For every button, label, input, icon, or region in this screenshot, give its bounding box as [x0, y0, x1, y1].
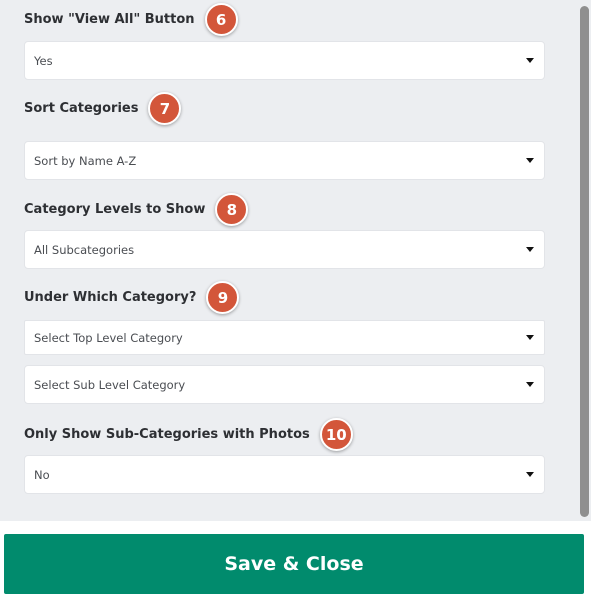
- step-badge: 10: [319, 418, 353, 451]
- step-badge: 6: [204, 3, 238, 36]
- caret-down-icon: [526, 247, 534, 252]
- select-value: Select Top Level Category: [34, 330, 183, 345]
- step-badge: 8: [215, 193, 249, 226]
- field-label-text: Sort Categories: [24, 101, 139, 116]
- settings-panel: Show "View All" Button 6 Yes Sort Catego…: [0, 0, 578, 521]
- caret-down-icon: [526, 382, 534, 387]
- caret-down-icon: [526, 58, 534, 63]
- caret-down-icon: [526, 335, 534, 340]
- sort-categories-select[interactable]: Sort by Name A-Z: [24, 141, 545, 180]
- caret-down-icon: [526, 158, 534, 163]
- select-value: Yes: [34, 53, 53, 68]
- field-label-view-all: Show "View All" Button 6: [24, 3, 238, 36]
- select-value: Sort by Name A-Z: [34, 153, 137, 168]
- step-badge: 7: [148, 92, 182, 125]
- sub-level-category-select[interactable]: Select Sub Level Category: [24, 365, 545, 404]
- field-label-under-which-category: Under Which Category? 9: [24, 281, 240, 314]
- step-badge: 9: [206, 281, 240, 314]
- save-and-close-button[interactable]: Save & Close: [4, 534, 584, 594]
- sub-categories-photos-select[interactable]: No: [24, 455, 545, 494]
- category-levels-select[interactable]: All Subcategories: [24, 230, 545, 269]
- select-value: No: [34, 467, 50, 482]
- vertical-scrollbar[interactable]: [578, 0, 591, 521]
- field-label-text: Show "View All" Button: [24, 12, 195, 27]
- view-all-select[interactable]: Yes: [24, 41, 545, 80]
- field-label-text: Category Levels to Show: [24, 202, 206, 217]
- field-label-sub-categories-photos: Only Show Sub-Categories with Photos 10: [24, 418, 353, 451]
- field-label-text: Only Show Sub-Categories with Photos: [24, 427, 310, 442]
- top-level-category-select[interactable]: Select Top Level Category: [24, 320, 545, 355]
- field-label-category-levels: Category Levels to Show 8: [24, 193, 249, 226]
- field-label-text: Under Which Category?: [24, 290, 197, 305]
- select-value: Select Sub Level Category: [34, 377, 186, 392]
- scrollbar-thumb[interactable]: [580, 6, 589, 517]
- caret-down-icon: [526, 472, 534, 477]
- select-value: All Subcategories: [34, 242, 135, 257]
- field-label-sort-categories: Sort Categories 7: [24, 92, 182, 125]
